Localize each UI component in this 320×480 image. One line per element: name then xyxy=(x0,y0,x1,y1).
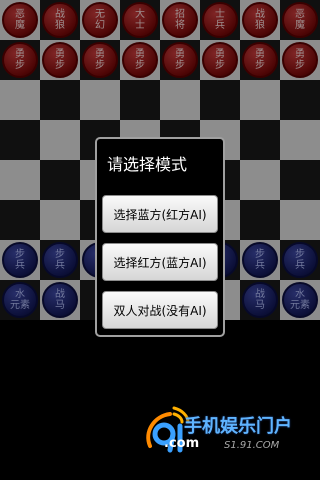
watermark-com: .com xyxy=(164,436,200,451)
dialog-title: 请选择模式 xyxy=(107,155,188,174)
choose-blue-button[interactable]: 选择蓝方(红方AI) xyxy=(102,195,218,233)
mode-select-dialog: 请选择模式 选择蓝方(红方AI) 选择红方(蓝方AI) 双人对战(没有AI) xyxy=(95,137,225,337)
two-player-button[interactable]: 双人对战(没有AI) xyxy=(102,291,218,329)
choose-red-button[interactable]: 选择红方(蓝方AI) xyxy=(102,243,218,281)
watermark: 手机娱乐门户 .com S1.91.COM xyxy=(140,394,310,464)
watermark-url: S1.91.COM xyxy=(224,440,280,451)
watermark-brand: 手机娱乐门户 xyxy=(184,416,292,437)
game-screen: 恶魔战狼无幻大士招将士兵战狼恶魔勇步勇步勇步勇步勇步勇步勇步勇步步兵步兵步兵步兵… xyxy=(0,0,320,480)
